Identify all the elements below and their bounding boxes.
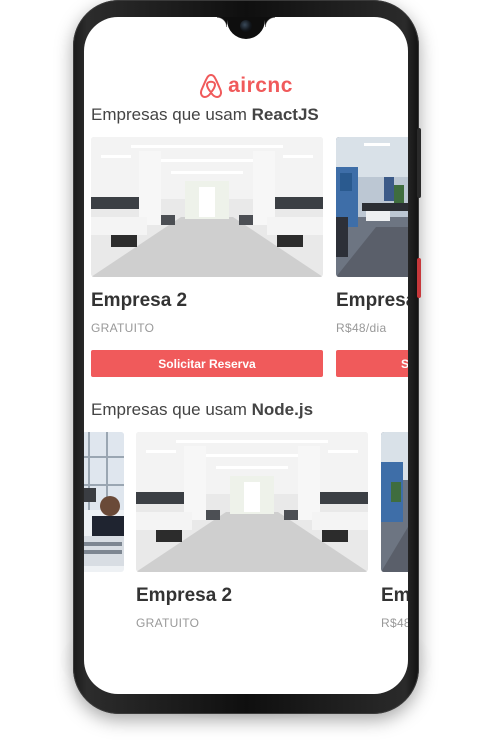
- section-tech-label: ReactJS: [251, 105, 319, 124]
- section-title-nodejs: Empresas que usam Node.js: [91, 400, 313, 420]
- brand-name: aircnc: [228, 74, 293, 97]
- company-name: Em: [381, 585, 408, 606]
- app-screen: aircnc Empresas que usam ReactJS Empresa…: [84, 17, 408, 694]
- company-name: Empresa 2: [136, 585, 233, 606]
- company-photo: [84, 432, 124, 572]
- company-card: Empresa 2 GRATUITO Solicitar Reserva: [91, 137, 323, 377]
- company-photo: [136, 432, 368, 572]
- request-reservation-button[interactable]: Solicitar Reserva: [91, 350, 323, 377]
- front-camera-icon: [240, 20, 252, 32]
- company-price: R$48/dia: [336, 321, 387, 335]
- request-reservation-button[interactable]: S: [336, 350, 408, 377]
- company-price: R$48: [381, 616, 408, 630]
- section-title-reactjs: Empresas que usam ReactJS: [91, 105, 319, 125]
- company-name: Empresa: [336, 290, 408, 311]
- company-carousel-nodejs[interactable]: Empresa 2 GRATUITO Em R$48: [84, 432, 408, 662]
- company-card: Em R$48: [381, 432, 408, 630]
- side-accent-button: [417, 258, 421, 298]
- camera-notch: [217, 17, 275, 39]
- company-card: [84, 432, 124, 572]
- company-carousel-reactjs[interactable]: Empresa 2 GRATUITO Solicitar Reserva Emp…: [84, 137, 408, 397]
- company-name: Empresa 2: [91, 290, 188, 311]
- power-button: [417, 128, 421, 198]
- company-card: Empresa R$48/dia S: [336, 137, 408, 377]
- section-tech-label: Node.js: [251, 400, 314, 419]
- section-title-prefix: Empresas que usam: [91, 105, 252, 124]
- company-price: GRATUITO: [91, 321, 155, 335]
- airbnb-logo-icon: [200, 74, 223, 98]
- brand-logo: aircnc: [84, 73, 408, 99]
- company-photo: [336, 137, 408, 277]
- company-price: GRATUITO: [136, 616, 200, 630]
- company-photo: [381, 432, 408, 572]
- company-photo: [91, 137, 323, 277]
- section-title-prefix: Empresas que usam: [91, 400, 252, 419]
- company-card: Empresa 2 GRATUITO: [136, 432, 368, 630]
